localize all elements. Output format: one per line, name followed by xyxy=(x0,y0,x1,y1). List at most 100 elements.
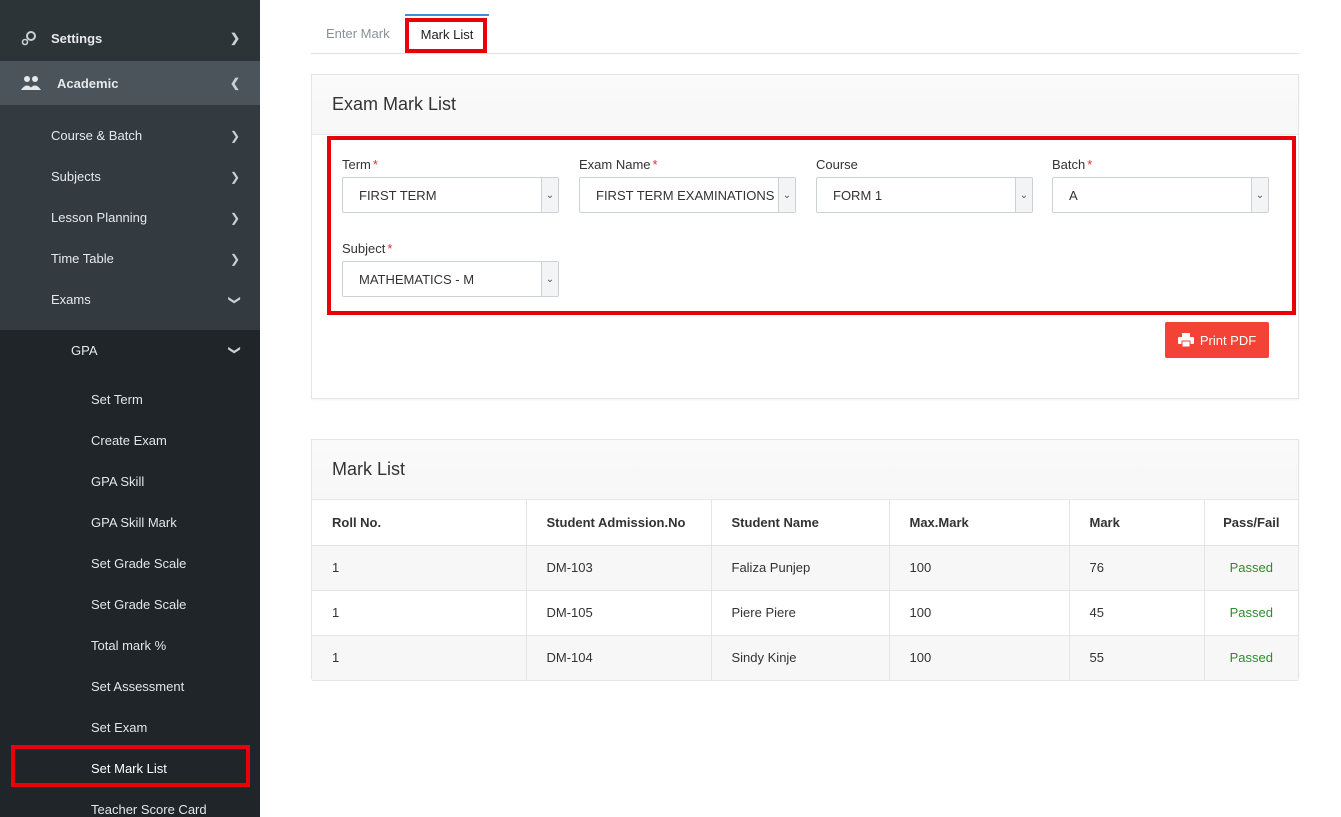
sidebar-item-set-exam[interactable]: Set Exam xyxy=(0,707,260,748)
chevron-down-icon: ⌄ xyxy=(1015,178,1032,212)
exam-name-value: FIRST TERM EXAMINATIONS xyxy=(596,187,775,203)
sidebar-item-label: Set Assessment xyxy=(91,679,185,694)
cell-student-name: Sindy Kinje xyxy=(711,635,890,681)
sidebar-item-create-exam[interactable]: Create Exam xyxy=(0,420,260,461)
cell-max-mark: 100 xyxy=(889,590,1070,636)
term-value: FIRST TERM xyxy=(359,187,437,203)
chevron-right-icon: ❯ xyxy=(229,251,240,266)
print-pdf-button[interactable]: Print PDF xyxy=(1165,322,1269,358)
cell-admission-no: DM-103 xyxy=(526,545,712,591)
sidebar-item-label: Teacher Score Card xyxy=(91,802,207,817)
subject-select[interactable]: MATHEMATICS - M ⌄ xyxy=(342,261,559,297)
term-label-text: Term xyxy=(342,157,371,172)
subject-value: MATHEMATICS - M xyxy=(359,271,475,287)
batch-select[interactable]: A ⌄ xyxy=(1052,177,1269,213)
exam-name-label-text: Exam Name xyxy=(579,157,651,172)
cell-admission-no: DM-105 xyxy=(526,590,712,636)
sidebar-item-label: Time Table xyxy=(51,251,114,266)
table-row: 1 DM-105 Piere Piere 100 45 Passed xyxy=(312,590,1298,636)
term-field: Term * FIRST TERM ⌄ xyxy=(342,157,559,213)
sidebar-item-label: Lesson Planning xyxy=(51,210,148,225)
sidebar-item-set-assessment[interactable]: Set Assessment xyxy=(0,666,260,707)
cell-student-name: Piere Piere xyxy=(711,590,890,636)
sidebar-item-subjects[interactable]: Subjects ❯ xyxy=(0,156,260,197)
chevron-down-icon: ⌄ xyxy=(778,178,795,212)
print-pdf-label: Print PDF xyxy=(1199,332,1257,348)
sidebar-item-exams[interactable]: Exams ❯ xyxy=(0,279,260,320)
sidebar-item-label: GPA Skill xyxy=(91,474,145,489)
tab-bar: Enter Mark Mark List xyxy=(311,14,1299,54)
cell-roll-no: 1 xyxy=(312,635,527,681)
sidebar-item-label: Set Grade Scale xyxy=(91,597,187,612)
cell-pass-fail: Passed xyxy=(1204,545,1298,591)
sidebar-item-gpa-skill[interactable]: GPA Skill xyxy=(0,461,260,502)
batch-label-text: Batch xyxy=(1052,157,1086,172)
term-label: Term * xyxy=(342,157,559,177)
tab-label: Mark List xyxy=(420,27,474,42)
sidebar-item-settings[interactable]: Settings ❯ xyxy=(0,18,260,58)
sidebar-item-set-grade-scale[interactable]: Set Grade Scale xyxy=(0,543,260,584)
printer-icon xyxy=(1177,333,1194,347)
tab-mark-list[interactable]: Mark List xyxy=(405,14,489,53)
sidebar-item-label: Set Grade Scale xyxy=(91,556,187,571)
panel-title: Exam Mark List xyxy=(312,75,1298,135)
sidebar-item-label: GPA xyxy=(71,342,98,358)
sidebar-item-label: Settings xyxy=(51,30,103,46)
sidebar-item-time-table[interactable]: Time Table ❯ xyxy=(0,238,260,279)
sidebar-item-label: GPA Skill Mark xyxy=(91,515,177,530)
sidebar-item-set-term[interactable]: Set Term xyxy=(0,379,260,420)
sidebar-item-label: Academic xyxy=(57,75,119,91)
panel-title: Mark List xyxy=(312,440,1298,500)
subject-label: Subject * xyxy=(342,241,559,261)
gear-icon xyxy=(21,31,36,46)
users-icon xyxy=(21,76,41,90)
required-mark: * xyxy=(372,157,378,172)
sidebar-item-set-grade-scale-2[interactable]: Set Grade Scale xyxy=(0,584,260,625)
mark-list-table: Roll No. Student Admission.No Student Na… xyxy=(312,500,1298,681)
sidebar-item-label: Total mark % xyxy=(91,638,167,653)
chevron-down-icon: ⌄ xyxy=(1251,178,1268,212)
sidebar-item-lesson-planning[interactable]: Lesson Planning ❯ xyxy=(0,197,260,238)
required-mark: * xyxy=(387,241,393,256)
exam-name-select[interactable]: FIRST TERM EXAMINATIONS ⌄ xyxy=(579,177,796,213)
sidebar-item-label: Set Term xyxy=(91,392,143,407)
chevron-right-icon: ❯ xyxy=(229,169,240,184)
sidebar-item-label: Course & Batch xyxy=(51,128,143,143)
sidebar-item-label: Set Exam xyxy=(91,720,148,735)
cell-roll-no: 1 xyxy=(312,590,527,636)
course-label: Course xyxy=(816,157,858,172)
sidebar-item-gpa[interactable]: GPA ❯ xyxy=(0,330,260,370)
sidebar-item-gpa-skill-mark[interactable]: GPA Skill Mark xyxy=(0,502,260,543)
term-select[interactable]: FIRST TERM ⌄ xyxy=(342,177,559,213)
cell-student-name: Faliza Punjep xyxy=(711,545,890,591)
chevron-down-icon: ❯ xyxy=(227,294,242,305)
sidebar-item-teacher-score-card[interactable]: Teacher Score Card xyxy=(0,789,260,817)
cell-roll-no: 1 xyxy=(312,545,527,591)
sidebar-item-total-mark[interactable]: Total mark % xyxy=(0,625,260,666)
column-header: Max.Mark xyxy=(889,500,1070,546)
sidebar-item-set-mark-list[interactable]: Set Mark List xyxy=(0,748,260,789)
subject-field: Subject * MATHEMATICS - M ⌄ xyxy=(342,241,559,297)
chevron-right-icon: ❯ xyxy=(229,128,240,143)
column-header: Mark xyxy=(1069,500,1205,546)
exam-mark-list-panel: Exam Mark List Term * FIRST TERM ⌄ Exam N… xyxy=(311,74,1299,399)
batch-value: A xyxy=(1069,187,1078,203)
table-row: 1 DM-103 Faliza Punjep 100 76 Passed xyxy=(312,545,1298,591)
exam-name-label: Exam Name * xyxy=(579,157,796,177)
sidebar-item-course-batch[interactable]: Course & Batch ❯ xyxy=(0,115,260,156)
chevron-down-icon: ❮ xyxy=(229,76,240,90)
cell-max-mark: 100 xyxy=(889,635,1070,681)
table-row: 1 DM-104 Sindy Kinje 100 55 Passed xyxy=(312,635,1298,681)
sidebar-item-academic[interactable]: Academic ❮ xyxy=(0,61,260,105)
column-header: Student Name xyxy=(711,500,890,546)
chevron-right-icon: ❯ xyxy=(229,31,240,45)
course-select[interactable]: FORM 1 ⌄ xyxy=(816,177,1033,213)
column-header: Pass/Fail xyxy=(1204,500,1298,546)
chevron-right-icon: ❯ xyxy=(229,210,240,225)
cell-mark: 76 xyxy=(1069,545,1205,591)
batch-field: Batch * A ⌄ xyxy=(1052,157,1269,213)
tab-enter-mark[interactable]: Enter Mark xyxy=(326,14,390,53)
required-mark: * xyxy=(1087,157,1093,172)
chevron-down-icon: ⌄ xyxy=(541,178,558,212)
subject-label-text: Subject xyxy=(342,241,386,256)
